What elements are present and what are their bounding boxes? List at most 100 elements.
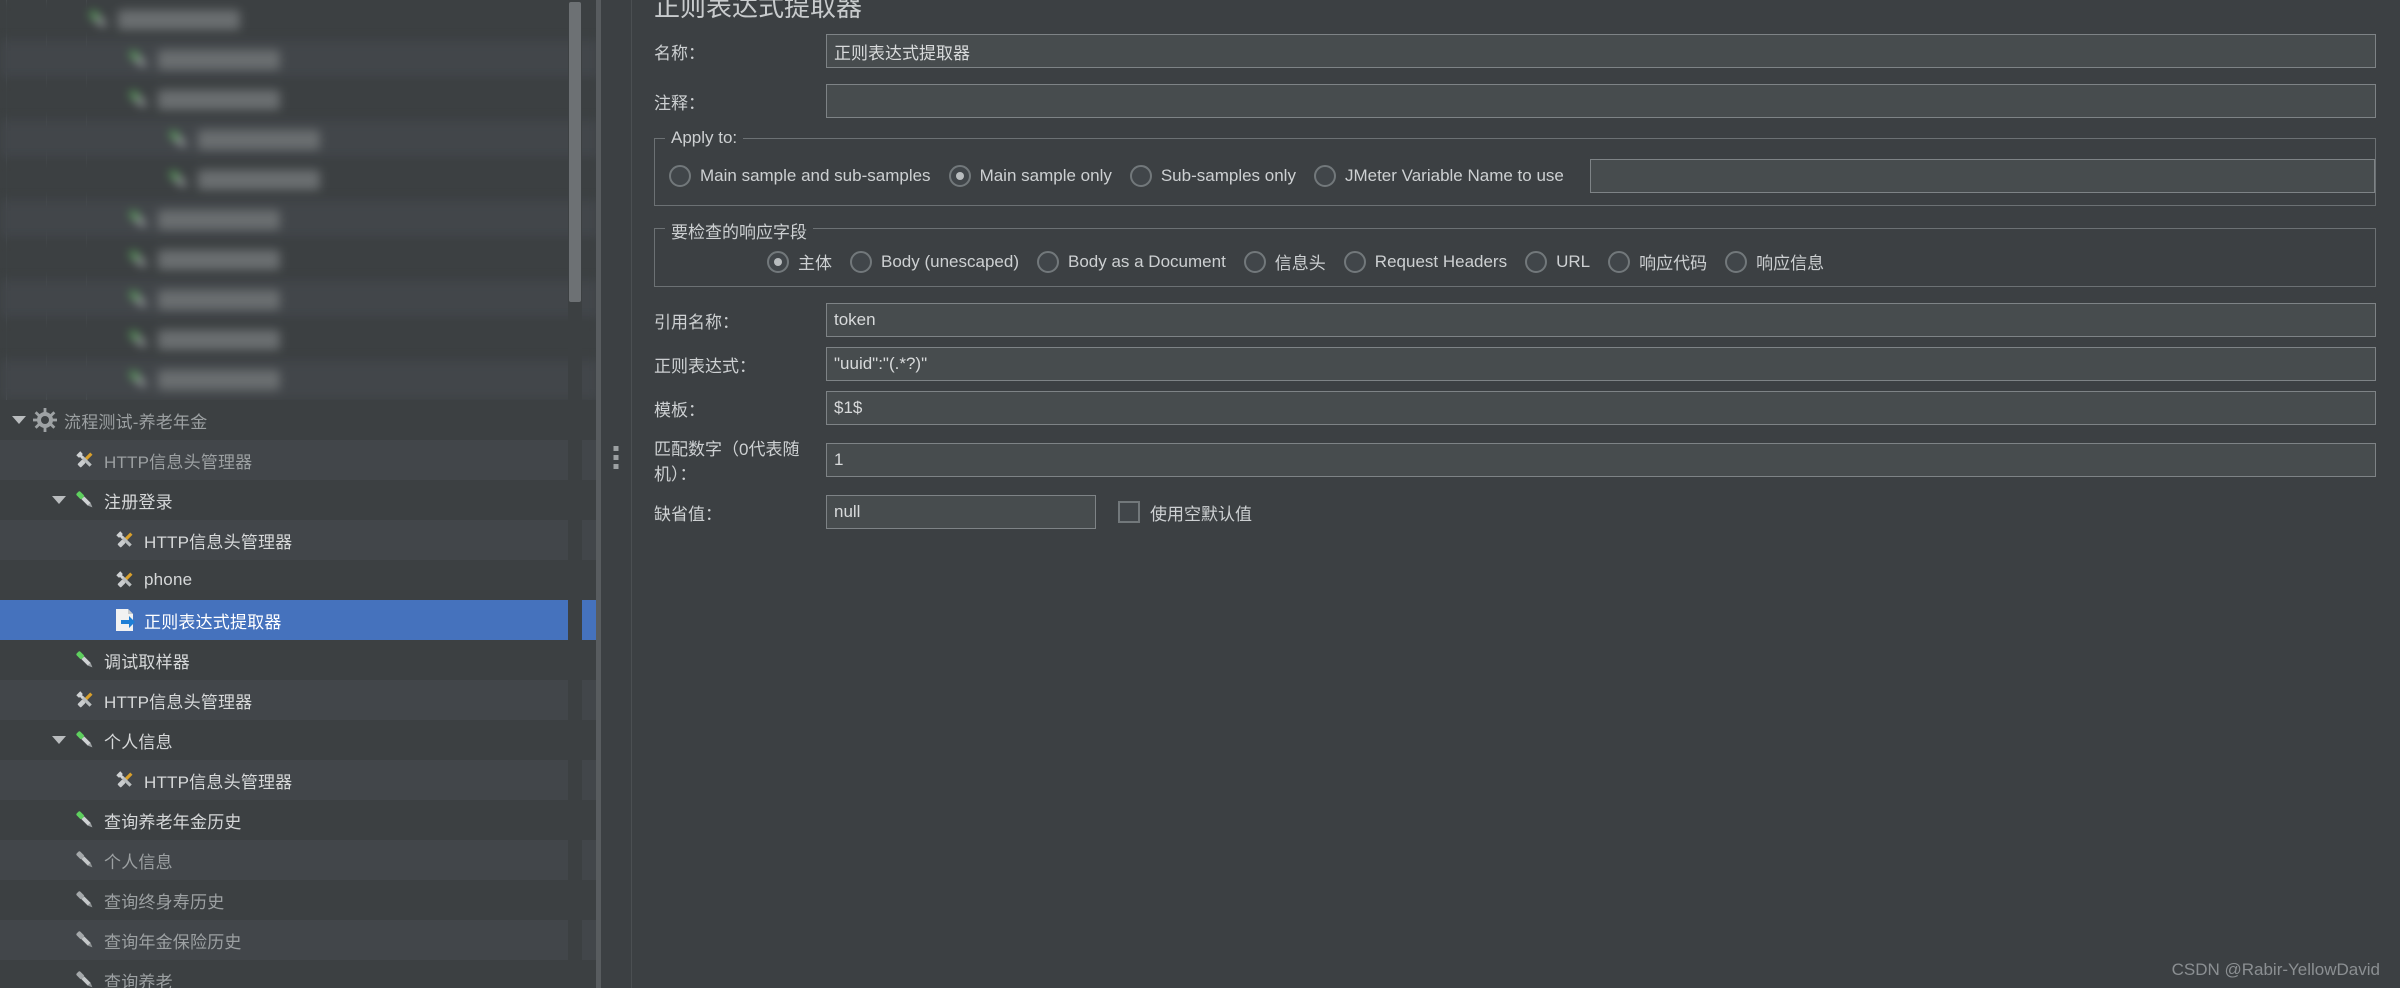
tree-row-redacted[interactable]: ██████████	[0, 240, 600, 280]
tree-row[interactable]: 查询年金保险历史	[0, 920, 600, 960]
tree-row[interactable]: 查询终身寿历史	[0, 880, 600, 920]
tree-row[interactable]: 查询养老年金历史	[0, 800, 600, 840]
panel-splitter[interactable]	[600, 0, 632, 988]
tree-row[interactable]: HTTP信息头管理器	[0, 440, 600, 480]
response-field-radio[interactable]	[1036, 250, 1059, 273]
tree-item-label: 流程测试-养老年金	[64, 412, 208, 432]
extractor-field-label: 模板：	[654, 400, 705, 420]
jmeter-window: ██████████ ██████████ ██████████ ██████████…	[0, 0, 2400, 988]
extractor-field-input[interactable]	[826, 303, 2376, 337]
tree-row-redacted[interactable]: ██████████	[0, 280, 600, 320]
tree-row[interactable]: 查询养老	[0, 960, 600, 988]
extractor-fields: 引用名称： 正则表达式： 模板： 匹配数字（0代表随机）：	[654, 303, 2376, 485]
extractor-field-input[interactable]	[826, 443, 2376, 477]
tree-row-redacted[interactable]: ██████████	[0, 40, 600, 80]
response-field-option[interactable]: 响应信息	[1725, 249, 1824, 274]
tree-row-redacted[interactable]: ██████████	[0, 360, 600, 400]
splitter-grip-icon[interactable]	[613, 446, 619, 469]
tree-row[interactable]: 个人信息	[0, 720, 600, 760]
extractor-field-input[interactable]	[826, 347, 2376, 381]
tree-expand-toggle[interactable]	[6, 400, 32, 440]
tree-item-label: HTTP信息头管理器	[144, 532, 293, 552]
extractor-field-row: 模板：	[654, 391, 2376, 425]
apply-to-radio[interactable]	[669, 165, 691, 187]
response-field-option[interactable]: Body as a Document	[1036, 250, 1226, 273]
apply-to-option[interactable]: Sub-samples only	[1129, 165, 1296, 187]
tree-expand-toggle[interactable]	[46, 480, 72, 520]
tree-row-selected[interactable]: 正则表达式提取器	[0, 600, 600, 640]
tree-item-icon	[86, 7, 112, 33]
extractor-field-input[interactable]	[826, 391, 2376, 425]
tree-row-redacted[interactable]: ██████████	[0, 160, 600, 200]
tree-row[interactable]: HTTP信息头管理器	[0, 760, 600, 800]
tree-row[interactable]: 个人信息	[0, 840, 600, 880]
test-plan-tree-panel[interactable]: ██████████ ██████████ ██████████ ██████████…	[0, 0, 600, 988]
apply-to-legend: Apply to:	[665, 128, 744, 148]
tree-row[interactable]: HTTP信息头管理器	[0, 680, 600, 720]
response-field-option[interactable]: 主体	[767, 249, 832, 274]
response-field-option[interactable]: Request Headers	[1343, 250, 1507, 273]
tree-expand-toggle[interactable]	[46, 720, 72, 760]
use-empty-default-label: 使用空默认值	[1150, 504, 1252, 524]
extractor-field-label: 引用名称：	[654, 312, 739, 332]
tree-item-label: ██████████	[158, 290, 281, 310]
tree-item-label: 查询年金保险历史	[104, 932, 242, 952]
tree-row-redacted[interactable]: ██████████	[0, 120, 600, 160]
response-field-label: Body (unescaped)	[881, 251, 1019, 271]
apply-to-option[interactable]: JMeter Variable Name to use	[1313, 165, 1564, 187]
response-field-radio[interactable]	[1725, 250, 1748, 273]
extractor-field-row: 正则表达式：	[654, 347, 2376, 381]
response-field-option[interactable]: URL	[1525, 250, 1590, 273]
tree-row[interactable]: 流程测试-养老年金	[0, 400, 600, 440]
response-field-radio[interactable]	[1343, 250, 1366, 273]
tree-item-label: phone	[144, 570, 193, 589]
tree-item-icon	[126, 47, 152, 73]
response-field-option[interactable]: Body (unescaped)	[850, 250, 1019, 273]
response-field-radio[interactable]	[1525, 250, 1548, 273]
http-header-manager-icon	[112, 567, 138, 593]
use-empty-default-checkbox[interactable]	[1118, 501, 1140, 523]
tree-row[interactable]: 调试取样器	[0, 640, 600, 680]
tree-row-redacted[interactable]: ██████████	[0, 320, 600, 360]
http-header-manager-icon	[72, 687, 98, 713]
tree-item-label: ██████████	[158, 330, 281, 350]
response-field-label: 响应信息	[1756, 254, 1825, 273]
tree-row-redacted[interactable]: ██████████	[0, 200, 600, 240]
tree-row[interactable]: HTTP信息头管理器	[0, 520, 600, 560]
response-field-radio[interactable]	[1608, 250, 1631, 273]
name-input[interactable]	[826, 34, 2376, 68]
comment-label: 注释：	[654, 93, 705, 113]
apply-to-radio[interactable]	[1129, 165, 1152, 187]
apply-to-radio[interactable]	[1313, 165, 1336, 187]
response-field-radio[interactable]	[850, 250, 872, 273]
tree-row-redacted[interactable]: ██████████	[0, 80, 600, 120]
apply-to-radio[interactable]	[948, 165, 971, 187]
apply-to-radio-group[interactable]: Main sample and sub-samples Main sample o…	[655, 157, 2375, 195]
tree-row-redacted[interactable]: ██████████	[0, 0, 600, 40]
response-field-option[interactable]: 响应代码	[1608, 249, 1707, 274]
tree-item-label: 查询养老	[104, 972, 173, 988]
http-header-manager-icon	[112, 767, 138, 793]
tree-row-list[interactable]: ██████████ ██████████ ██████████ ██████████…	[0, 0, 600, 988]
tree-twisty-spacer	[86, 560, 112, 600]
tree-scrollbar-thumb[interactable]	[569, 2, 581, 302]
tree-twisty-spacer	[46, 960, 72, 988]
use-empty-default-checkbox-wrap[interactable]: 使用空默认值	[1118, 500, 1252, 525]
response-field-radio[interactable]	[1243, 250, 1266, 273]
sampler-icon	[72, 727, 98, 753]
response-field-option[interactable]: 信息头	[1243, 249, 1326, 274]
apply-to-option[interactable]: Main sample only	[948, 165, 1112, 187]
sampler-icon	[72, 807, 98, 833]
comment-input[interactable]	[826, 84, 2376, 118]
response-field-radio-group[interactable]: 主体 Body (unescaped) Body as a Document 信息头 R…	[655, 247, 2375, 276]
jmeter-variable-name-input[interactable]	[1589, 159, 2375, 193]
apply-to-option[interactable]: Main sample and sub-samples	[669, 165, 931, 187]
tree-row[interactable]: phone	[0, 560, 600, 600]
response-field-radio[interactable]	[767, 250, 789, 273]
tree-item-label: 正则表达式提取器	[144, 612, 282, 632]
tree-row[interactable]: 注册登录	[0, 480, 600, 520]
name-field-row: 名称：	[654, 34, 2376, 68]
apply-to-label: JMeter Variable Name to use	[1344, 166, 1564, 185]
tree-twisty-spacer	[46, 800, 72, 840]
default-value-input[interactable]	[826, 495, 1096, 529]
